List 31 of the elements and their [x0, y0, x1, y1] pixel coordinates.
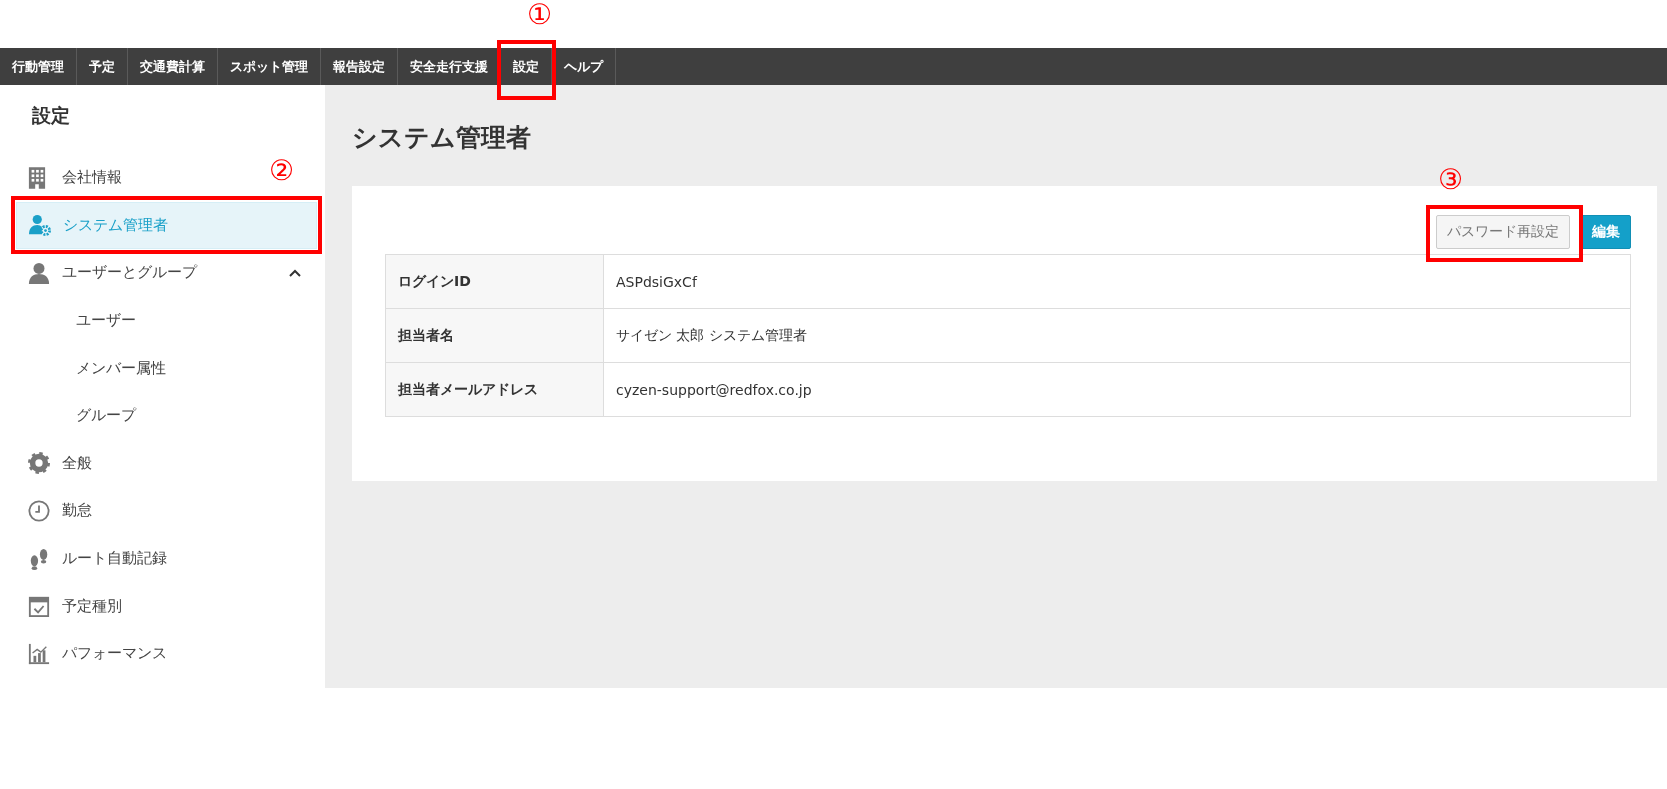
- row-label: 担当者メールアドレス: [385, 362, 604, 417]
- row-label: 担当者名: [385, 308, 604, 363]
- sidebar-subitem[interactable]: ユーザー: [16, 296, 317, 345]
- highlight-frame: [497, 40, 556, 100]
- callout-number: ②: [269, 155, 295, 186]
- gear-icon: [28, 452, 50, 475]
- calendar-check-icon: [28, 595, 50, 618]
- user-gear-icon: [29, 214, 51, 237]
- callout-number: ③: [1438, 165, 1464, 195]
- sidebar-item[interactable]: 予定種別: [16, 582, 138, 630]
- sidebar-item[interactable]: 全般: [16, 439, 108, 488]
- row-value: cyzen-support@redfox.co.jp: [603, 362, 1631, 417]
- row-value: ASPdsiGxCf: [603, 254, 1631, 309]
- sidebar-item[interactable]: 会社情報: [16, 154, 138, 202]
- callout-number: ①: [527, 0, 553, 30]
- page-title: システム管理者: [352, 122, 531, 154]
- building-icon: [28, 166, 46, 189]
- bar-chart-icon: [28, 642, 50, 665]
- row-label: ログインID: [385, 254, 604, 309]
- sidebar-heading: 設定: [31, 103, 71, 128]
- sidebar-item[interactable]: パフォーマンス: [16, 629, 183, 678]
- sidebar-item[interactable]: 勤怠: [16, 487, 108, 535]
- clock-icon: [28, 499, 50, 522]
- sidebar-item[interactable]: ルート自動記録: [16, 534, 183, 583]
- sidebar-subitem[interactable]: グループ: [16, 391, 317, 440]
- user-icon: [28, 262, 50, 284]
- footprints-icon: [28, 547, 50, 570]
- row-value: サイゼン 太郎 システム管理者: [603, 308, 1631, 363]
- sidebar-item[interactable]: ユーザーとグループ: [16, 249, 317, 297]
- reset-password-button[interactable]: パスワード再設定: [1436, 215, 1570, 249]
- sidebar-subitem[interactable]: メンバー属性: [16, 344, 317, 392]
